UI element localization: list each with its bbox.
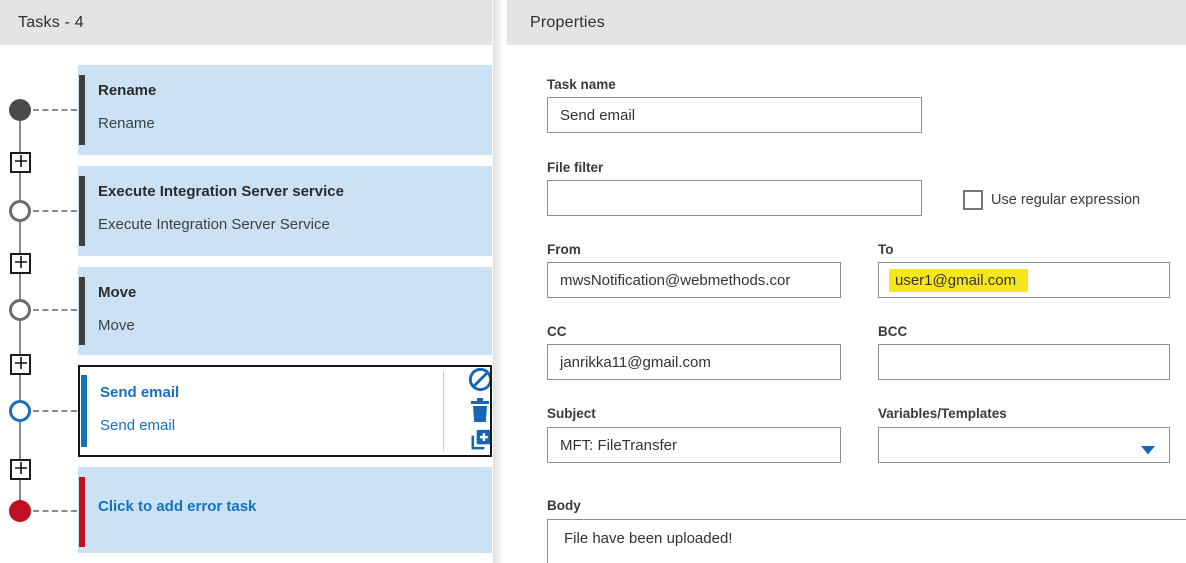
properties-panel: Properties Task name Send email File fil… — [507, 0, 1186, 563]
task-title: Move — [98, 284, 137, 301]
task-title: Send email — [100, 384, 180, 401]
task-card-move[interactable]: Move Move — [78, 267, 492, 355]
cc-label: CC — [547, 324, 567, 339]
add-error-task-card[interactable]: Click to add error task — [78, 467, 492, 553]
plus-icon — [14, 356, 27, 374]
subject-value: MFT: FileTransfer — [560, 436, 677, 454]
card-actions-separator — [443, 371, 444, 451]
subject-input[interactable]: MFT: FileTransfer — [547, 427, 841, 463]
from-value: mwsNotification@webmethods.cor — [560, 271, 791, 289]
from-label: From — [547, 242, 581, 257]
delete-icon — [468, 397, 490, 428]
timeline-connector — [33, 510, 77, 512]
delete-task-button[interactable] — [464, 397, 490, 428]
timeline-node-error — [9, 500, 31, 522]
duplicate-task-button[interactable] — [464, 426, 490, 455]
card-actions — [464, 367, 490, 455]
tasks-panel-header: Tasks - 4 — [0, 0, 492, 45]
timeline-connector — [33, 410, 77, 412]
scrollbar-track[interactable] — [493, 0, 503, 563]
task-card-accent-bar — [79, 277, 85, 345]
add-task-button[interactable] — [10, 152, 31, 173]
task-card-accent-bar — [79, 75, 85, 145]
highlight-annotation: user1@gmail.com — [889, 268, 1029, 292]
add-error-task-label: Click to add error task — [98, 498, 257, 515]
file-filter-label: File filter — [547, 160, 604, 175]
task-card-execute-is-service[interactable]: Execute Integration Server service Execu… — [78, 166, 492, 256]
task-subtitle: Rename — [98, 115, 155, 132]
mft-task-editor: Tasks - 4 Rename Rename Execute Integrat… — [0, 0, 1186, 563]
timeline-node-task2 — [9, 200, 31, 222]
plus-icon — [14, 461, 27, 479]
task-title: Execute Integration Server service — [98, 183, 344, 200]
timeline-node-task4-selected — [9, 400, 31, 422]
variables-templates-label: Variables/Templates — [878, 406, 1007, 421]
add-task-button[interactable] — [10, 253, 31, 274]
chevron-down-icon — [1141, 442, 1155, 459]
bcc-input[interactable] — [878, 344, 1170, 380]
task-name-input[interactable]: Send email — [547, 97, 922, 133]
task-name-label: Task name — [547, 77, 616, 92]
bcc-label: BCC — [878, 324, 908, 339]
add-task-button[interactable] — [10, 354, 31, 375]
task-card-accent-bar — [79, 176, 85, 246]
tasks-panel: Tasks - 4 Rename Rename Execute Integrat… — [0, 0, 492, 563]
plus-icon — [14, 154, 27, 172]
timeline-node-task3 — [9, 299, 31, 321]
subject-label: Subject — [547, 406, 596, 421]
add-task-button[interactable] — [10, 459, 31, 480]
variables-templates-select[interactable] — [878, 427, 1170, 463]
task-subtitle: Execute Integration Server Service — [98, 216, 330, 233]
duplicate-icon — [467, 426, 490, 455]
timeline-node-start — [9, 99, 31, 121]
task-name-value: Send email — [560, 106, 636, 124]
use-regex-checkbox[interactable] — [963, 190, 983, 210]
properties-panel-title: Properties — [530, 13, 605, 31]
task-card-send-email-selected[interactable]: Send email Send email — [78, 365, 492, 457]
timeline-connector — [33, 210, 77, 212]
file-filter-input[interactable] — [547, 180, 922, 216]
task-subtitle: Move — [98, 317, 135, 334]
to-input[interactable]: user1@gmail.com — [878, 262, 1170, 298]
tasks-panel-title: Tasks - 4 — [18, 13, 84, 31]
task-subtitle: Send email — [100, 417, 176, 434]
to-label: To — [878, 242, 894, 257]
plus-icon — [14, 255, 27, 273]
timeline-connector — [33, 109, 77, 111]
task-title: Rename — [98, 82, 157, 99]
task-card-accent-bar — [79, 477, 85, 547]
task-card-rename[interactable]: Rename Rename — [78, 65, 492, 155]
from-input[interactable]: mwsNotification@webmethods.cor — [547, 262, 841, 298]
panel-divider — [492, 0, 507, 563]
body-textarea[interactable]: File have been uploaded! — [547, 519, 1186, 563]
use-regex-label: Use regular expression — [991, 192, 1141, 208]
disable-task-button[interactable] — [464, 367, 490, 398]
cc-value: janrikka11@gmail.com — [560, 353, 711, 371]
timeline-connector — [33, 309, 77, 311]
cc-input[interactable]: janrikka11@gmail.com — [547, 344, 841, 380]
body-value: File have been uploaded! — [564, 530, 733, 547]
body-label: Body — [547, 498, 581, 513]
properties-panel-header: Properties — [507, 0, 1186, 45]
task-card-accent-bar — [81, 375, 87, 447]
disable-icon — [467, 367, 490, 398]
